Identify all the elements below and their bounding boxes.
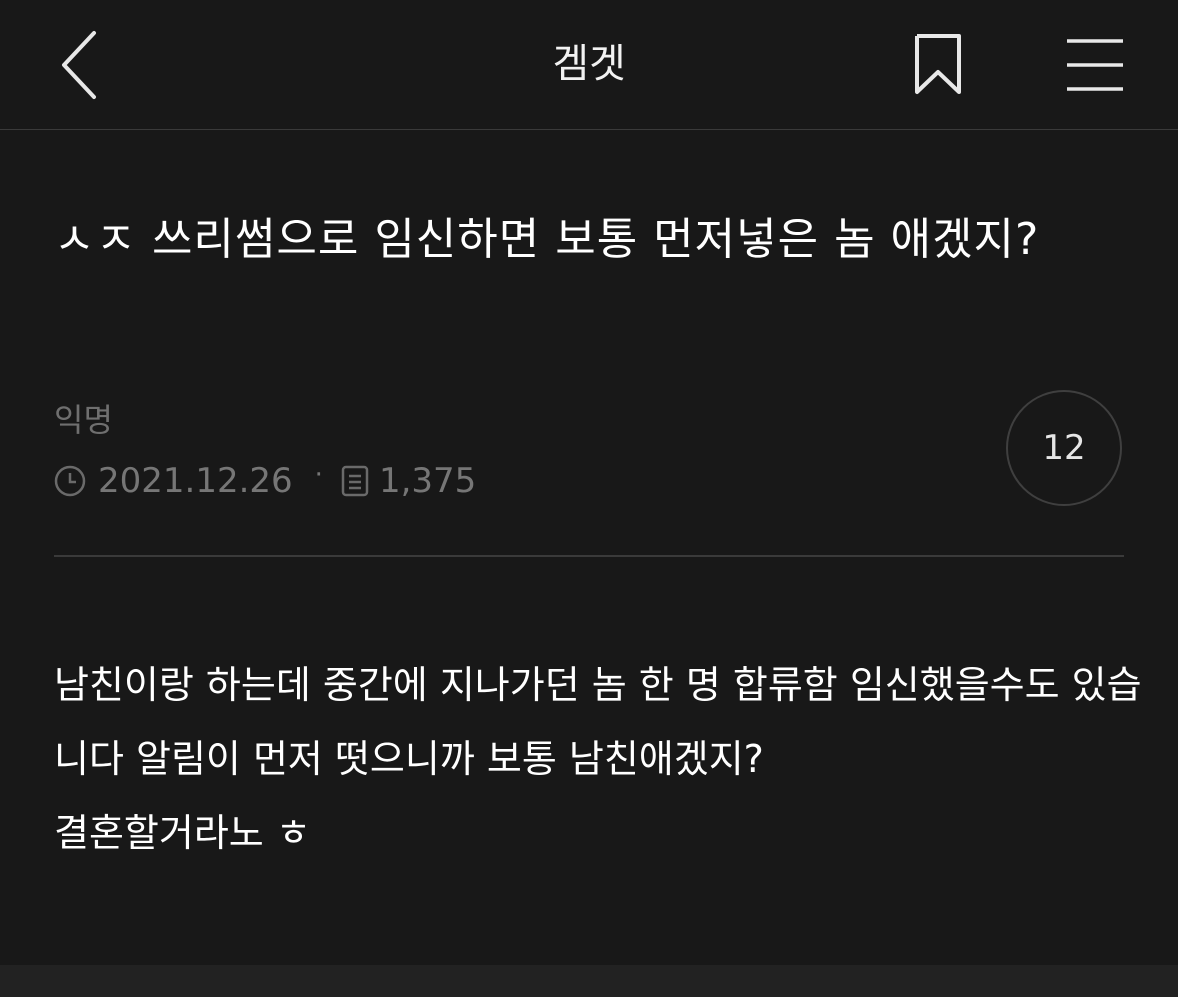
- top-nav-bar: 겜겟: [0, 0, 1178, 130]
- divider: [54, 555, 1124, 557]
- bookmark-icon: [915, 34, 961, 94]
- bottom-section-strip: [0, 965, 1178, 997]
- post-date: 2021.12.26: [98, 461, 293, 501]
- board-title: 겜겟: [552, 41, 626, 87]
- hamburger-menu-icon: [1067, 39, 1123, 91]
- author-name: 익명: [54, 401, 113, 439]
- comment-count-button[interactable]: 12: [1006, 390, 1122, 506]
- menu-button[interactable]: [1050, 20, 1140, 110]
- clock-icon: [54, 465, 86, 497]
- post-meta: 2021.12.26 · 1,375: [54, 458, 476, 504]
- bookmark-button[interactable]: [900, 20, 976, 110]
- post-body: 남친이랑 하는데 중간에 지나가던 놈 한 명 합류함 임신했을수도 있습니다 …: [54, 663, 1142, 855]
- view-count: 1,375: [378, 461, 477, 501]
- document-icon: [341, 465, 369, 497]
- meta-separator: ·: [314, 460, 323, 490]
- post-title: ㅅㅈ 쓰리썸으로 임신하면 보통 먼저넣은 놈 애겠지?: [54, 214, 1040, 265]
